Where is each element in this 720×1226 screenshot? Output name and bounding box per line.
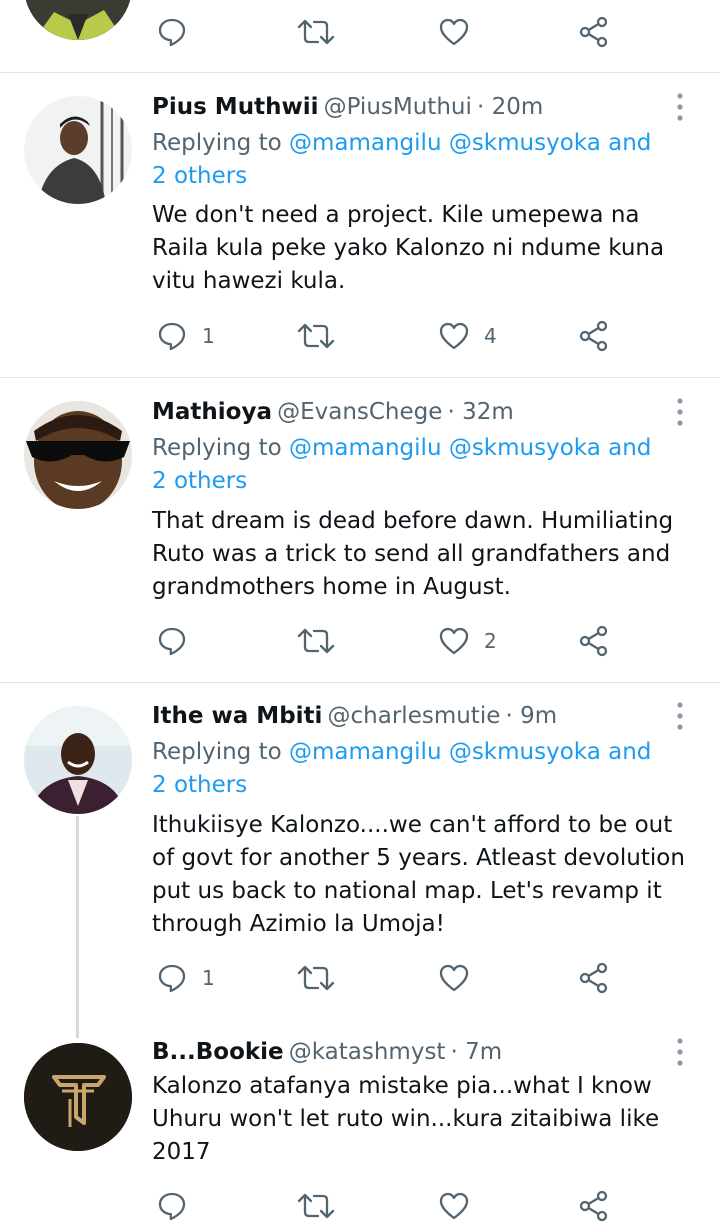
like-action[interactable] <box>438 958 484 998</box>
like-action[interactable] <box>438 12 470 52</box>
reply-icon <box>156 962 188 994</box>
tweet-text: That dream is dead before dawn. Humiliat… <box>152 508 674 600</box>
avatar[interactable] <box>24 401 132 509</box>
like-count: 4 <box>484 324 497 348</box>
avatar[interactable] <box>24 0 132 40</box>
reply-icon <box>156 1190 188 1222</box>
more-icon <box>672 1037 688 1067</box>
share-icon <box>578 962 610 994</box>
timestamp[interactable]: · 20m <box>477 94 543 120</box>
username[interactable]: @PiusMuthui <box>324 94 472 120</box>
tweet-header: Pius Muthwii @PiusMuthui · 20m <box>152 92 543 124</box>
like-action[interactable]: 4 <box>438 316 497 356</box>
replying-to: Replying to @mamangilu @skmusyoka and 2 … <box>152 127 672 193</box>
username[interactable]: @EvansChege <box>277 399 442 425</box>
thread-line <box>76 816 79 1038</box>
like-action[interactable]: 2 <box>438 621 497 661</box>
retweet-action[interactable] <box>296 12 336 52</box>
username[interactable]: @charlesmutie <box>328 703 501 729</box>
like-count: 2 <box>484 629 497 653</box>
share-action[interactable] <box>578 958 610 998</box>
avatar[interactable] <box>24 1043 132 1151</box>
more-button[interactable] <box>672 397 688 427</box>
share-icon <box>578 1190 610 1222</box>
share-action[interactable] <box>578 621 610 661</box>
avatar-image <box>24 1043 132 1151</box>
display-name[interactable]: Pius Muthwii <box>152 94 318 120</box>
divider <box>0 377 720 378</box>
reply-count: 1 <box>202 966 215 990</box>
reply-action[interactable] <box>156 1186 188 1226</box>
like-action[interactable] <box>438 1186 470 1226</box>
reply-count: 1 <box>202 324 215 348</box>
avatar[interactable] <box>24 96 132 204</box>
timestamp[interactable]: · 9m <box>505 703 557 729</box>
timestamp[interactable]: · 32m <box>448 399 514 425</box>
tweet-text: We don't need a project. Kile umepewa na… <box>152 202 665 294</box>
reply-icon <box>156 16 188 48</box>
replying-prefix: Replying to <box>152 130 289 156</box>
timestamp[interactable]: · 7m <box>451 1039 503 1065</box>
share-icon <box>578 16 610 48</box>
divider <box>0 682 720 683</box>
more-icon <box>672 397 688 427</box>
display-name[interactable]: Ithe wa Mbiti <box>152 703 322 729</box>
like-icon <box>438 320 470 352</box>
share-action[interactable] <box>578 12 610 52</box>
username[interactable]: @katashmyst <box>289 1039 446 1065</box>
tweet-header: B...Bookie @katashmyst · 7m <box>152 1037 502 1069</box>
avatar-image <box>24 706 132 814</box>
retweet-icon <box>296 625 336 657</box>
avatar-image <box>24 401 132 509</box>
reply-action[interactable] <box>156 621 202 661</box>
retweet-action[interactable] <box>296 621 336 661</box>
reply-icon <box>156 625 188 657</box>
more-button[interactable] <box>672 92 688 122</box>
retweet-icon <box>296 1190 336 1222</box>
share-icon <box>578 320 610 352</box>
share-icon <box>578 625 610 657</box>
share-action[interactable] <box>578 316 610 356</box>
retweet-icon <box>296 962 336 994</box>
retweet-icon <box>296 320 336 352</box>
reply-action[interactable]: 1 <box>156 316 215 356</box>
more-button[interactable] <box>672 701 688 731</box>
avatar-image <box>24 96 132 204</box>
more-icon <box>672 92 688 122</box>
replying-prefix: Replying to <box>152 435 289 461</box>
like-icon <box>438 625 470 657</box>
retweet-action[interactable] <box>296 958 336 998</box>
like-icon <box>438 962 470 994</box>
like-icon <box>438 1190 470 1222</box>
reply-action[interactable]: 1 <box>156 958 215 998</box>
reply-action[interactable] <box>156 12 188 52</box>
reply-icon <box>156 320 188 352</box>
share-action[interactable] <box>578 1186 610 1226</box>
display-name[interactable]: B...Bookie <box>152 1039 284 1065</box>
replying-to: Replying to @mamangilu @skmusyoka and 2 … <box>152 432 672 498</box>
retweet-icon <box>296 16 336 48</box>
tweet-header: Ithe wa Mbiti @charlesmutie · 9m <box>152 701 557 733</box>
tweet-header: Mathioya @EvansChege · 32m <box>152 397 514 429</box>
avatar[interactable] <box>24 706 132 814</box>
retweet-action[interactable] <box>296 316 336 356</box>
replying-to: Replying to @mamangilu @skmusyoka and 2 … <box>152 736 672 802</box>
display-name[interactable]: Mathioya <box>152 399 272 425</box>
avatar-image <box>24 0 132 40</box>
more-icon <box>672 701 688 731</box>
more-button[interactable] <box>672 1037 688 1067</box>
tweet-text: Kalonzo atafanya mistake pia...what I kn… <box>152 1073 660 1165</box>
replying-prefix: Replying to <box>152 739 289 765</box>
like-icon <box>438 16 470 48</box>
divider <box>0 72 720 73</box>
tweet-text: Ithukiisye Kalonzo....we can't afford to… <box>152 812 685 937</box>
retweet-action[interactable] <box>296 1186 336 1226</box>
